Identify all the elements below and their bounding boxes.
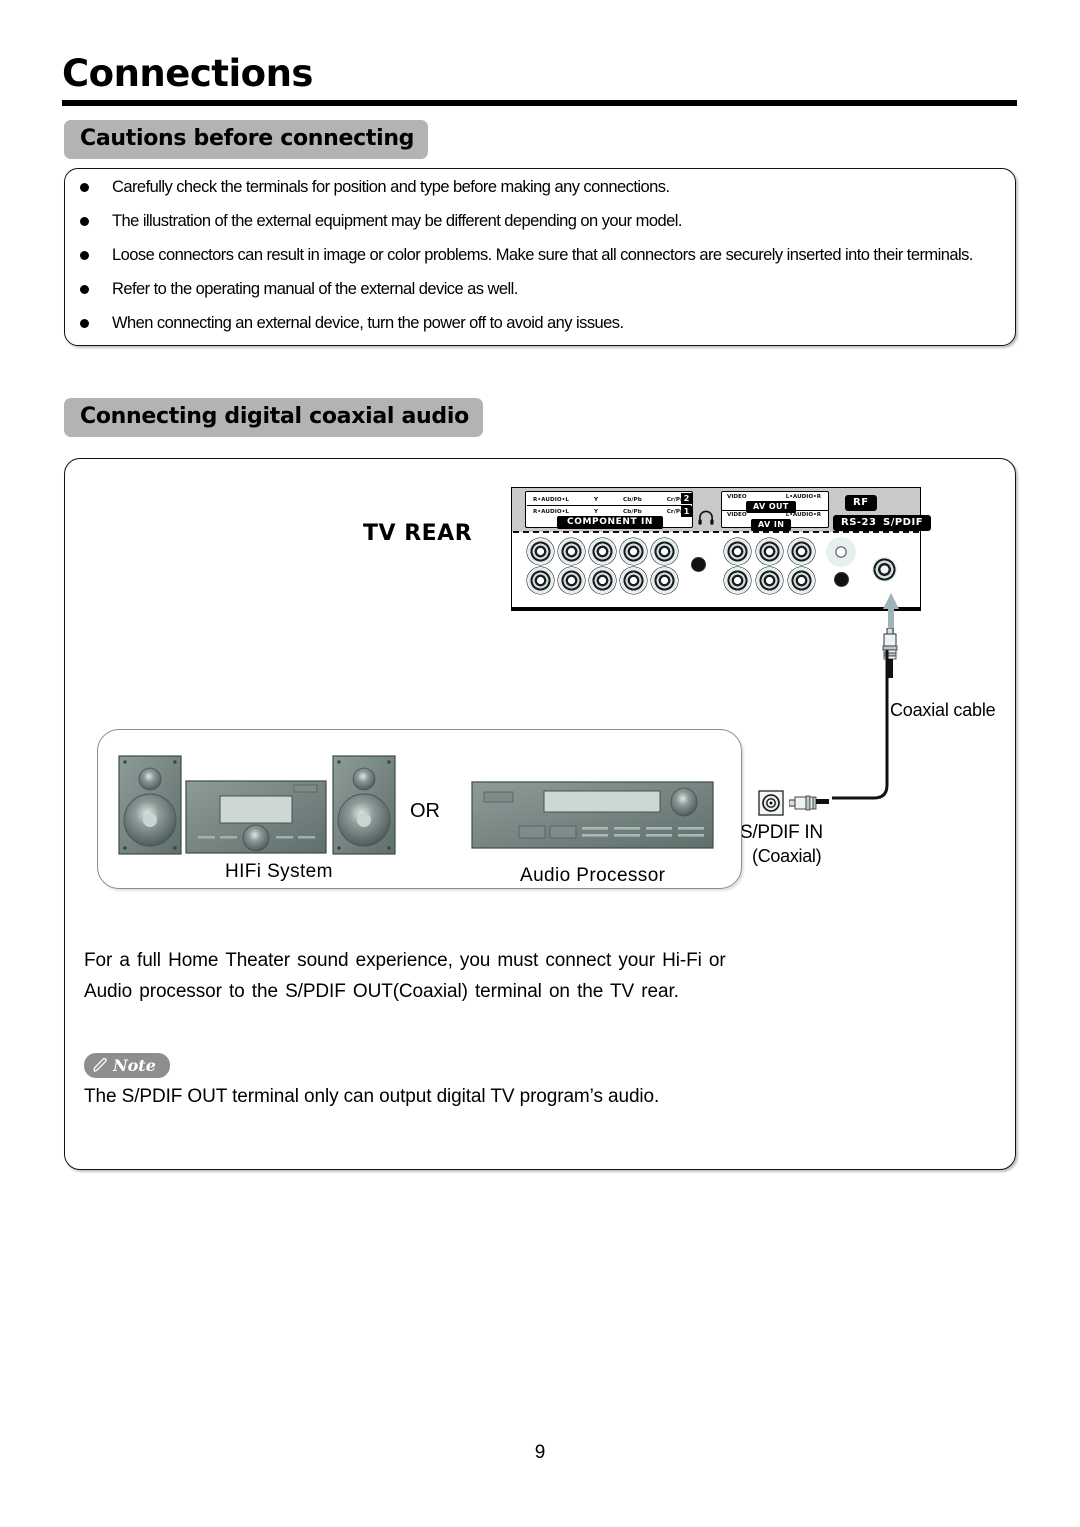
rf-tag: RF	[845, 495, 877, 511]
pencil-icon	[93, 1058, 107, 1072]
note-text: The S/PDIF OUT terminal only can output …	[84, 1086, 660, 1107]
title-rule	[62, 100, 1017, 106]
jack-headphone	[691, 557, 706, 572]
page-title: Connections	[62, 52, 313, 95]
spdif-in-label: S/PDIF IN	[740, 822, 823, 843]
jack-component1-y	[589, 567, 616, 594]
jack-avout-l	[756, 538, 783, 565]
jack-component2-cr	[651, 538, 678, 565]
jack-component1-cb	[620, 567, 647, 594]
av-out-row: VIDEO L•AUDIO•R	[724, 494, 824, 500]
body-paragraph: For a full Home Theater sound experience…	[84, 945, 726, 1007]
bullet-dot-icon	[80, 183, 89, 192]
jack-avin-l	[756, 567, 783, 594]
av-in-row: VIDEO L•AUDIO•R	[724, 512, 824, 518]
tv-panel-divider	[513, 531, 919, 533]
component-1-cb-label: Cb/Pb	[623, 508, 642, 515]
list-item-label: When connecting an external device, turn…	[112, 314, 624, 332]
component-1-y-label: Y	[594, 508, 599, 515]
spdif-in-sublabel: (Coaxial)	[752, 846, 822, 866]
component-1-audio-label: R•AUDIO•L	[533, 508, 570, 515]
spdif-tag: S/PDIF	[875, 515, 932, 531]
jack-component2-cb	[620, 538, 647, 565]
jack-component2-y	[589, 538, 616, 565]
audio-processor-label: Audio Processor	[520, 865, 666, 886]
tv-panel-baseline	[511, 607, 921, 611]
tv-rear-panel: R•AUDIO•L Y Cb/Pb Cr/Pr R•AUDIO•L Y Cb/P…	[511, 487, 932, 612]
av-out-video-label: VIDEO	[727, 494, 747, 500]
body-paragraph-line-1: For a full Home Theater sound experience…	[84, 950, 726, 971]
component-badge-1: 1	[681, 506, 692, 517]
list-item: When connecting an external device, turn…	[74, 311, 1014, 336]
bullet-dot-icon	[80, 251, 89, 260]
list-item-label: Refer to the operating manual of the ext…	[112, 280, 518, 298]
component-2-cb-label: Cb/Pb	[623, 496, 642, 503]
note-badge: Note	[84, 1053, 170, 1078]
jack-component1-l	[558, 567, 585, 594]
jack-avout-r	[788, 538, 815, 565]
jack-component2-r	[527, 538, 554, 565]
page-number: 9	[534, 1442, 546, 1463]
list-item: Carefully check the terminals for positi…	[74, 175, 1014, 200]
list-item-label: Carefully check the terminals for positi…	[112, 178, 670, 196]
headphone-icon	[698, 510, 714, 525]
audio-processor-illustration	[471, 781, 714, 849]
jack-rf	[826, 537, 856, 567]
av-in-video-label: VIDEO	[727, 512, 747, 518]
bullet-dot-icon	[80, 217, 89, 226]
spdif-in-jack-icon	[758, 790, 784, 816]
jack-rs232	[834, 572, 849, 587]
cautions-list: Carefully check the terminals for positi…	[74, 175, 1014, 345]
jack-component1-r	[527, 567, 554, 594]
jack-avin-r	[788, 567, 815, 594]
component-2-y-label: Y	[594, 496, 599, 503]
av-out-audio-label: L•AUDIO•R	[785, 494, 821, 500]
component-in-tag: COMPONENT IN	[557, 516, 664, 529]
component-row-2: R•AUDIO•L Y Cb/Pb Cr/Pr	[529, 494, 687, 505]
av-in-tag: AV IN	[751, 519, 792, 531]
section-header-coaxial: Connecting digital coaxial audio	[64, 398, 483, 437]
jack-component2-l	[558, 538, 585, 565]
body-paragraph-line-2: Audio processor to the S/PDIF OUT(Coaxia…	[84, 981, 679, 1002]
jack-avin-video	[724, 567, 751, 594]
jack-component1-cr	[651, 567, 678, 594]
coaxial-cable-label: Coaxial cable	[890, 700, 996, 720]
note-badge-label: Note	[113, 1056, 156, 1075]
hifi-system-label: HIFi System	[225, 861, 333, 882]
section-header-cautions: Cautions before connecting	[64, 120, 429, 159]
list-item: Refer to the operating manual of the ext…	[74, 277, 1014, 302]
rca-plug-equipment-icon	[789, 795, 829, 811]
hifi-system-illustration	[118, 755, 396, 855]
av-in-audio-label: L•AUDIO•R	[785, 512, 821, 518]
list-item: The illustration of the external equipme…	[74, 209, 1014, 234]
or-label: OR	[410, 800, 440, 822]
jack-avout-video	[724, 538, 751, 565]
jack-spdif-out	[872, 557, 897, 582]
av-out-tag: AV OUT	[746, 501, 796, 513]
component-2-audio-label: R•AUDIO•L	[533, 496, 570, 503]
tv-rear-label: TV REAR	[363, 521, 473, 546]
list-item-label: The illustration of the external equipme…	[112, 212, 682, 230]
component-badge-2: 2	[681, 493, 692, 504]
list-item-label: Loose connectors can result in image or …	[112, 246, 973, 264]
bullet-dot-icon	[80, 319, 89, 328]
list-item: Loose connectors can result in image or …	[74, 243, 1014, 268]
bullet-dot-icon	[80, 285, 89, 294]
